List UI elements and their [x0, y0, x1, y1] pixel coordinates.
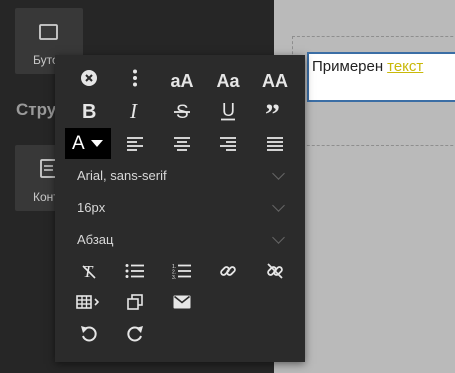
svg-text:S: S [176, 102, 189, 120]
text-editor-box[interactable]: Примерен текст [307, 52, 455, 102]
align-justify-icon [267, 137, 283, 151]
chevron-down-icon [272, 166, 285, 180]
bullet-list-button[interactable] [119, 257, 151, 285]
redo-icon [127, 326, 143, 342]
numbered-list-icon: 1. 2. 3. [172, 264, 191, 279]
block-format-value: Абзац [77, 231, 114, 247]
text-color-letter: A [72, 132, 85, 154]
bold-icon: B [82, 102, 96, 120]
italic-icon: I [129, 102, 138, 120]
quote-button[interactable]: ” [259, 97, 291, 125]
unlink-button[interactable] [259, 257, 291, 285]
align-left-button[interactable] [119, 130, 151, 158]
duplicate-button[interactable] [119, 288, 151, 316]
uppercase-button[interactable]: AA [259, 67, 291, 95]
numbered-list-button[interactable]: 1. 2. 3. [166, 257, 198, 285]
svg-text:U: U [222, 101, 235, 120]
align-center-icon [174, 137, 190, 151]
close-circle-icon [81, 70, 97, 86]
align-left-icon [127, 137, 143, 151]
link-icon [220, 266, 236, 276]
svg-text:”: ” [265, 102, 280, 120]
caret-down-icon [90, 140, 103, 147]
more-options-button[interactable] [119, 64, 151, 92]
unlink-icon [267, 263, 283, 279]
square-icon [39, 24, 58, 40]
align-center-button[interactable] [166, 130, 198, 158]
svg-text:B: B [82, 102, 96, 120]
insert-email-button[interactable] [166, 288, 198, 316]
font-size-select[interactable]: 16px [77, 195, 287, 219]
font-family-select[interactable]: Arial, sans-serif [77, 163, 287, 187]
align-right-icon [220, 137, 236, 151]
svg-text:3.: 3. [172, 275, 176, 279]
align-justify-button[interactable] [259, 130, 291, 158]
italic-button[interactable]: I [119, 97, 151, 125]
editor-link-text[interactable]: текст [387, 58, 423, 75]
align-right-button[interactable] [212, 130, 244, 158]
underline-button[interactable]: U [212, 97, 244, 125]
clear-format-icon: T [82, 263, 96, 279]
capitalize-button[interactable]: Aa [212, 67, 244, 95]
bullet-list-icon [125, 264, 144, 278]
quote-icon: ” [265, 102, 280, 120]
editor-text: Примерен [312, 58, 384, 75]
svg-text:I: I [129, 102, 138, 120]
insert-link-button[interactable] [212, 257, 244, 285]
bold-button[interactable]: B [73, 97, 105, 125]
block-format-select[interactable]: Абзац [77, 227, 287, 251]
table-icon [76, 295, 100, 309]
undo-icon [81, 326, 97, 342]
clear-format-button[interactable]: T [73, 257, 105, 285]
lowercase-button[interactable]: aA [166, 67, 198, 95]
close-toolbar-button[interactable] [73, 64, 105, 92]
chevron-down-icon [272, 198, 285, 212]
email-icon [173, 295, 191, 309]
strikethrough-icon: S [174, 102, 190, 120]
underline-icon: U [221, 101, 235, 121]
font-family-value: Arial, sans-serif [77, 167, 167, 183]
more-vertical-icon [133, 69, 137, 87]
font-size-value: 16px [77, 199, 106, 215]
copy-icon [127, 294, 143, 310]
chevron-down-icon [272, 230, 285, 244]
redo-button[interactable] [119, 320, 151, 348]
strikethrough-button[interactable]: S [166, 97, 198, 125]
text-color-button[interactable]: A [65, 128, 111, 159]
insert-table-button[interactable] [73, 288, 105, 316]
undo-button[interactable] [73, 320, 105, 348]
